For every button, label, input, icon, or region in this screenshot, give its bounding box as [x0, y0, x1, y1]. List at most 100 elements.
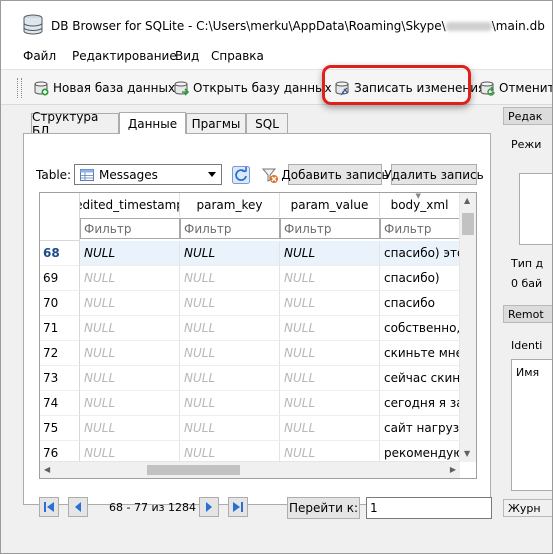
table-cell[interactable]: NULL — [180, 316, 280, 341]
table-cell[interactable]: сегодня я зак — [380, 391, 460, 416]
name-column-label: Имя — [516, 366, 540, 379]
horizontal-scrollbar[interactable]: ◀ ▶ — [40, 461, 460, 478]
cell-editor-area[interactable] — [519, 173, 552, 245]
log-dock-tab[interactable]: Журн — [503, 499, 552, 517]
next-page-button[interactable] — [199, 497, 219, 517]
scroll-left-icon[interactable]: ◀ — [44, 466, 50, 474]
table-select-value: Messages — [99, 167, 158, 182]
chevron-down-icon — [208, 172, 216, 177]
table-cell[interactable]: NULL — [180, 416, 280, 441]
menu-file[interactable]: Файл — [23, 49, 56, 63]
table-cell[interactable]: NULL — [180, 241, 280, 266]
table-cell[interactable]: NULL — [80, 391, 180, 416]
refresh-button[interactable] — [230, 163, 252, 186]
filter-input[interactable]: Фильтр — [380, 218, 460, 239]
remote-list[interactable]: Имя — [511, 359, 552, 491]
identity-label: Identi — [511, 339, 543, 352]
filter-input[interactable]: Фильтр — [80, 218, 180, 239]
table-cell[interactable]: NULL — [280, 416, 380, 441]
toolbar-grip[interactable] — [17, 78, 22, 98]
first-page-icon — [44, 502, 54, 512]
window-title-suffix: \main.db — [491, 19, 545, 33]
row-header[interactable]: 71 — [40, 316, 80, 341]
table-cell[interactable]: NULL — [80, 316, 180, 341]
open-database-label: Открыть базу данных — [193, 81, 332, 95]
row-header[interactable]: 70 — [40, 291, 80, 316]
open-database-button[interactable]: Открыть базу данных — [173, 75, 332, 101]
table-cell[interactable]: NULL — [80, 266, 180, 291]
table-cell[interactable]: NULL — [80, 341, 180, 366]
table-cell[interactable]: NULL — [280, 241, 380, 266]
refresh-icon — [232, 165, 250, 184]
menu-view[interactable]: Вид — [175, 49, 199, 63]
open-database-icon — [174, 81, 189, 96]
go-to-page-input[interactable]: 1 — [366, 497, 492, 519]
table-cell[interactable]: NULL — [180, 366, 280, 391]
row-header[interactable]: 75 — [40, 416, 80, 441]
remote-dock-title[interactable]: Remot — [503, 305, 552, 323]
table-cell[interactable]: NULL — [180, 291, 280, 316]
previous-page-icon — [75, 502, 81, 512]
table-cell[interactable]: сайт нагрузку — [380, 416, 460, 441]
delete-record-button[interactable]: Удалить запись — [384, 164, 484, 185]
add-record-button[interactable]: Добавить запись — [281, 164, 389, 185]
table-cell[interactable]: NULL — [180, 341, 280, 366]
table-cell[interactable]: спасибо — [380, 291, 460, 316]
horizontal-scroll-thumb[interactable] — [147, 465, 240, 475]
grid-corner[interactable] — [40, 193, 80, 241]
filter-input[interactable]: Фильтр — [180, 218, 280, 239]
scroll-right-icon[interactable]: ▶ — [450, 466, 456, 474]
mode-label: Режи — [511, 138, 542, 151]
column-header-param-key[interactable]: param_key — [180, 193, 280, 217]
last-page-button[interactable] — [228, 497, 248, 517]
row-header[interactable]: 68 — [40, 241, 80, 266]
table-cell[interactable]: NULL — [80, 416, 180, 441]
column-header-param-value[interactable]: param_value — [280, 193, 380, 217]
tab-pragmas[interactable]: Прагмы — [186, 113, 246, 134]
row-header[interactable]: 69 — [40, 266, 80, 291]
table-cell[interactable]: NULL — [280, 391, 380, 416]
table-cell[interactable]: NULL — [280, 366, 380, 391]
table-cell[interactable]: NULL — [180, 391, 280, 416]
menu-help[interactable]: Справка — [211, 49, 264, 63]
previous-page-button[interactable] — [68, 497, 88, 517]
menu-edit[interactable]: Редактирование — [72, 49, 177, 63]
vertical-scrollbar[interactable]: ▲ ▼ — [459, 193, 476, 462]
table-cell[interactable]: NULL — [80, 291, 180, 316]
tab-sql[interactable]: SQL — [246, 113, 288, 134]
browse-data-pane: Table: Messages Добавить запись Удалить … — [23, 133, 492, 519]
table-cell[interactable]: NULL — [280, 341, 380, 366]
table-select[interactable]: Messages — [74, 164, 222, 185]
table-cell[interactable]: NULL — [280, 316, 380, 341]
row-header[interactable]: 73 — [40, 366, 80, 391]
edit-cell-dock-title[interactable]: Редак — [503, 107, 552, 125]
filter-input[interactable]: Фильтр — [280, 218, 380, 239]
table-cell[interactable]: NULL — [80, 366, 180, 391]
table-cell[interactable]: спасибо) — [380, 266, 460, 291]
vertical-scroll-thumb[interactable] — [462, 213, 474, 235]
tab-structure[interactable]: Структура БД — [31, 110, 119, 138]
column-header-edited-timestamp[interactable]: edited_timestamp — [80, 193, 180, 217]
tab-browse-data[interactable]: Данные — [119, 112, 186, 134]
table-cell[interactable]: сейчас скину — [380, 366, 460, 391]
menu-bar: Файл Редактирование Вид Справка — [1, 43, 552, 69]
first-page-button[interactable] — [39, 497, 59, 517]
window-title: DB Browser for SQLite - C:\Users\merku\A… — [51, 19, 545, 33]
column-header-body-xml[interactable]: ▼ body_xml — [380, 193, 460, 217]
row-header[interactable]: 74 — [40, 391, 80, 416]
new-database-button[interactable]: Новая база данных — [33, 75, 175, 101]
scroll-down-icon[interactable]: ▼ — [464, 450, 470, 458]
new-database-icon — [34, 81, 49, 96]
revert-changes-button[interactable]: Отменит — [479, 75, 552, 101]
table-cell[interactable]: NULL — [80, 241, 180, 266]
go-to-page-button[interactable]: Перейти к: — [287, 497, 360, 519]
scroll-up-icon[interactable]: ▲ — [464, 197, 470, 205]
table-cell[interactable]: собственно, к — [380, 316, 460, 341]
table-cell[interactable]: NULL — [180, 266, 280, 291]
table-cell[interactable]: скиньте мне . — [380, 341, 460, 366]
table-cell[interactable]: спасибо) это, — [380, 241, 460, 266]
clear-filters-button[interactable] — [259, 163, 281, 186]
table-cell[interactable]: NULL — [280, 291, 380, 316]
table-cell[interactable]: NULL — [280, 266, 380, 291]
row-header[interactable]: 72 — [40, 341, 80, 366]
